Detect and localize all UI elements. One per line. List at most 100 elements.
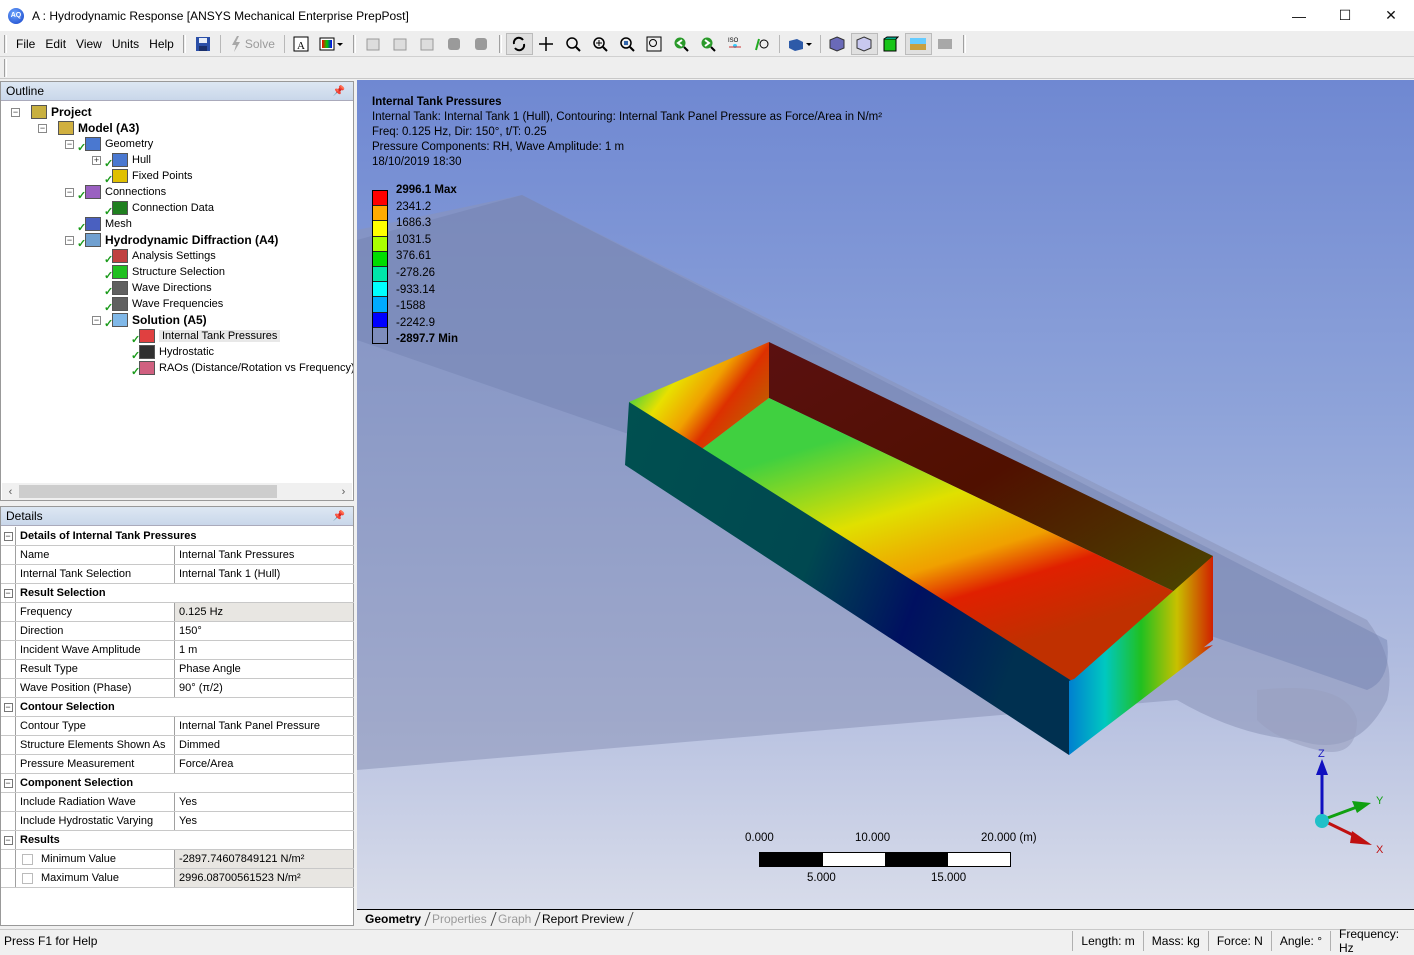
shaded-button[interactable] [850, 32, 878, 55]
property-value[interactable]: 0.125 Hz [175, 603, 354, 621]
solid-green-button[interactable] [878, 33, 905, 55]
grey-box-button[interactable] [932, 33, 959, 55]
close-button[interactable]: ✕ [1368, 0, 1414, 31]
collapse-icon[interactable]: − [65, 236, 74, 245]
toolbar-grip[interactable] [962, 34, 966, 53]
select-edge-button[interactable] [468, 33, 495, 55]
display-style-dropdown[interactable] [315, 33, 349, 55]
pin-icon[interactable]: 📌 [333, 86, 345, 97]
tree-item[interactable]: ✓ Solution (A5) [104, 312, 207, 330]
tab-properties[interactable]: Properties [425, 911, 497, 926]
property-value[interactable]: -2897.74607849121 N/m² [175, 850, 354, 868]
collapse-icon[interactable]: − [92, 316, 101, 325]
rotate-button[interactable] [505, 32, 533, 55]
details-row[interactable]: Frequency 0.125 Hz [1, 603, 354, 622]
toolbar-grip[interactable] [498, 34, 502, 53]
collapse-icon[interactable]: − [3, 588, 13, 598]
model-render[interactable] [357, 80, 1414, 909]
tree-item[interactable]: ✓ Internal Tank Pressures [131, 328, 281, 346]
wireframe-button[interactable] [824, 33, 851, 55]
details-row[interactable]: Maximum Value 2996.08700561523 N/m² [1, 869, 354, 888]
property-value[interactable]: Internal Tank Panel Pressure [175, 717, 354, 735]
tree-item[interactable]: ✓ Connections [77, 184, 166, 202]
previous-view-button[interactable] [668, 33, 695, 55]
maximize-button[interactable]: ☐ [1322, 0, 1368, 31]
collapse-icon[interactable]: − [3, 702, 13, 712]
select-face-button[interactable] [387, 33, 414, 55]
menu-units[interactable]: Units [107, 37, 144, 51]
menu-help[interactable]: Help [144, 37, 179, 51]
toolbar-grip[interactable] [352, 34, 356, 53]
details-section-header[interactable]: − Details of Internal Tank Pressures [1, 527, 354, 546]
zoom-to-fit-button[interactable] [614, 33, 641, 55]
scroll-left-icon[interactable]: ‹ [2, 486, 19, 498]
pan-button[interactable] [533, 33, 560, 55]
parameter-checkbox[interactable] [22, 872, 33, 884]
property-value[interactable]: Yes [175, 793, 354, 811]
toolbar-grip[interactable] [4, 34, 7, 53]
graphics-viewport[interactable]: Internal Tank Pressures Internal Tank: I… [357, 80, 1414, 909]
solve-button[interactable]: Solve [224, 35, 281, 52]
details-row[interactable]: Contour Type Internal Tank Panel Pressure [1, 717, 354, 736]
minimize-button[interactable]: — [1276, 0, 1322, 31]
menu-file[interactable]: File [11, 37, 40, 51]
outline-horizontal-scrollbar[interactable]: ‹ › [2, 483, 352, 500]
property-value[interactable]: Force/Area [175, 755, 354, 773]
collapse-icon[interactable]: − [3, 835, 13, 845]
scrollbar-thumb[interactable] [19, 485, 277, 498]
view-box-dropdown[interactable] [783, 33, 817, 55]
select-face-filled-button[interactable] [441, 33, 468, 55]
scroll-right-icon[interactable]: › [335, 486, 352, 498]
save-button[interactable] [190, 33, 217, 55]
annotation-button[interactable]: A [288, 33, 315, 55]
details-row[interactable]: Include Radiation Wave Yes [1, 793, 354, 812]
next-view-button[interactable] [695, 33, 722, 55]
tree-item[interactable]: ✓ Hull [104, 152, 151, 170]
details-row[interactable]: Minimum Value -2897.74607849121 N/m² [1, 850, 354, 869]
parameter-checkbox[interactable] [22, 853, 33, 865]
tree-item[interactable]: ✓ RAOs (Distance/Rotation vs Frequency) [131, 360, 353, 378]
look-at-button[interactable] [749, 33, 776, 55]
details-section-header[interactable]: − Result Selection [1, 584, 354, 603]
toolbar-grip[interactable] [4, 59, 7, 77]
collapse-icon[interactable]: − [11, 108, 20, 117]
details-row[interactable]: Structure Elements Shown As Dimmed [1, 736, 354, 755]
tree-item[interactable]: Project [23, 104, 92, 120]
tree-item[interactable]: ✓ Connection Data [104, 200, 214, 218]
details-section-header[interactable]: − Results [1, 831, 354, 850]
details-row[interactable]: Name Internal Tank Pressures [1, 546, 354, 565]
details-row[interactable]: Include Hydrostatic Varying Yes [1, 812, 354, 831]
details-row[interactable]: Result Type Phase Angle [1, 660, 354, 679]
collapse-icon[interactable]: − [3, 778, 13, 788]
select-body-button[interactable] [414, 33, 441, 55]
details-section-header[interactable]: − Component Selection [1, 774, 354, 793]
collapse-icon[interactable]: − [38, 124, 47, 133]
tree-item[interactable]: ✓ Hydrostatic [131, 344, 214, 362]
zoom-button[interactable] [560, 33, 587, 55]
tree-item[interactable]: ✓ Fixed Points [104, 168, 193, 186]
property-value[interactable]: Internal Tank 1 (Hull) [175, 565, 354, 583]
details-row[interactable]: Internal Tank Selection Internal Tank 1 (… [1, 565, 354, 584]
collapse-icon[interactable]: − [65, 140, 74, 149]
property-value[interactable]: Phase Angle [175, 660, 354, 678]
details-row[interactable]: Pressure Measurement Force/Area [1, 755, 354, 774]
select-point-button[interactable] [360, 33, 387, 55]
tree-item[interactable]: ✓ Mesh [77, 216, 132, 234]
property-value[interactable]: 90° (π/2) [175, 679, 354, 697]
tab-geometry[interactable]: Geometry [358, 911, 431, 926]
details-section-header[interactable]: − Contour Selection [1, 698, 354, 717]
menu-view[interactable]: View [71, 37, 107, 51]
toolbar-grip[interactable] [182, 34, 186, 53]
collapse-icon[interactable]: − [65, 188, 74, 197]
tree-item[interactable]: ✓ Wave Frequencies [104, 296, 223, 314]
property-value[interactable]: 1 m [175, 641, 354, 659]
axis-triad[interactable]: Z Y X [1307, 745, 1407, 856]
tree-item[interactable]: Model (A3) [50, 120, 139, 136]
property-value[interactable]: Yes [175, 812, 354, 830]
expand-icon[interactable]: + [92, 156, 101, 165]
tree-item[interactable]: ✓ Hydrodynamic Diffraction (A4) [77, 232, 278, 250]
details-row[interactable]: Incident Wave Amplitude 1 m [1, 641, 354, 660]
pin-icon[interactable]: 📌 [333, 511, 345, 522]
iso-view-button[interactable]: ISO [722, 33, 749, 55]
tab-report-preview[interactable]: Report Preview [535, 911, 634, 926]
